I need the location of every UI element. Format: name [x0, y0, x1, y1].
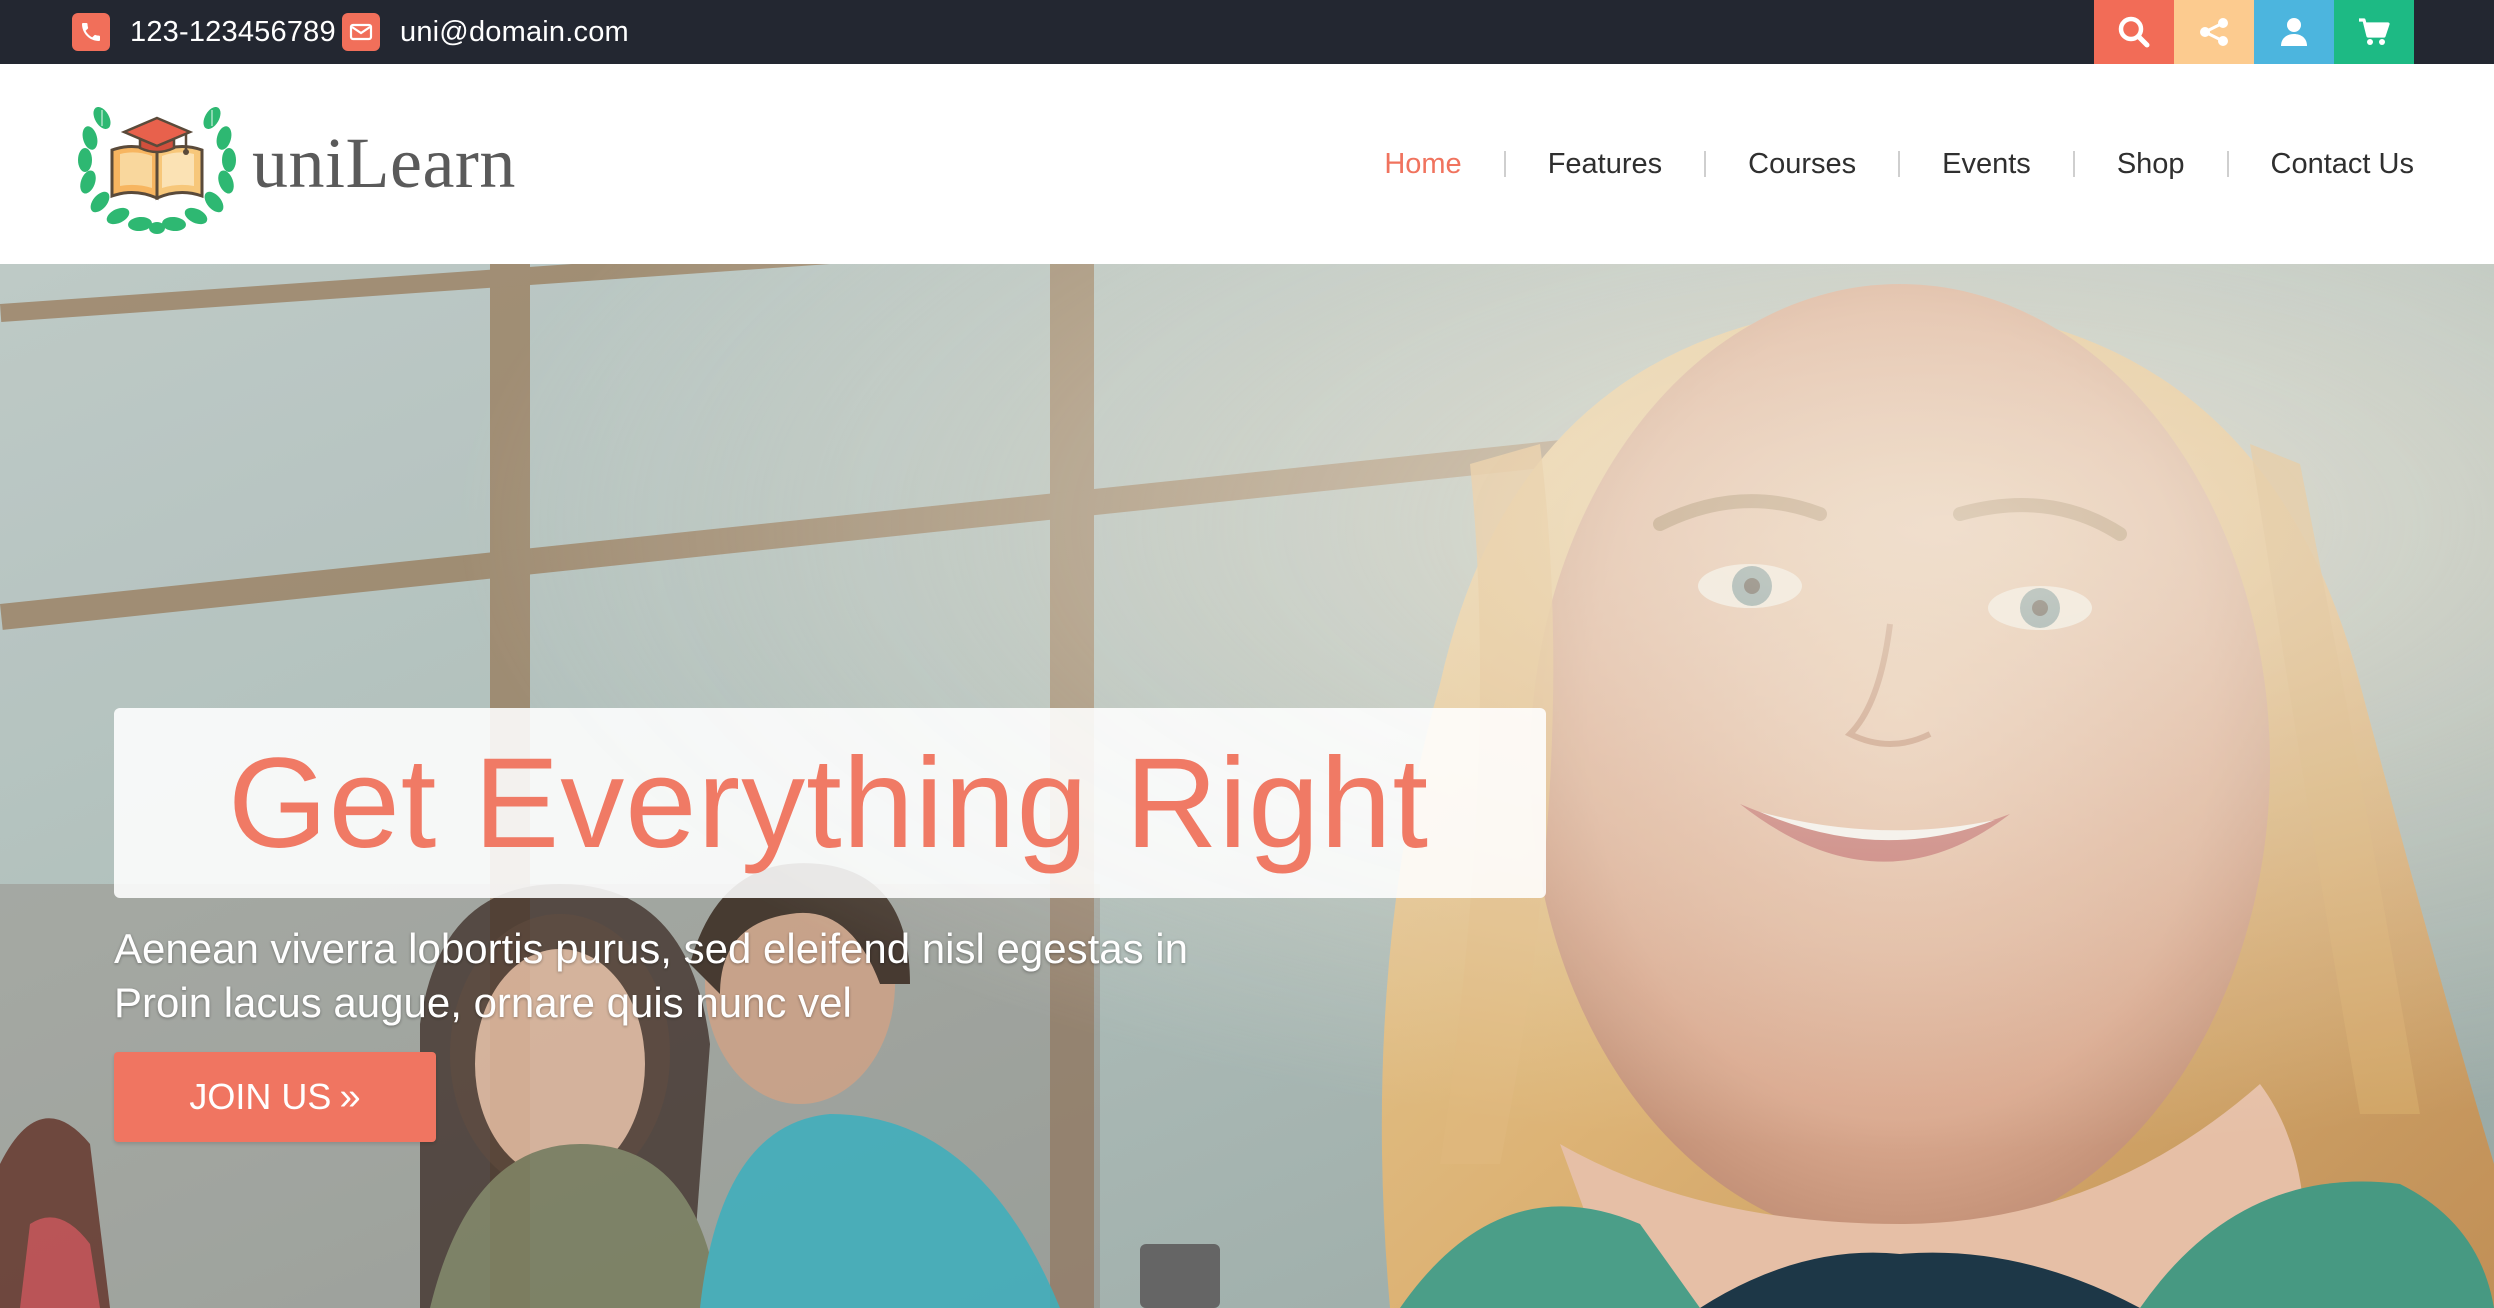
phone-number: 123-123456789 — [130, 15, 336, 48]
nav-item-courses[interactable]: Courses — [1748, 148, 1856, 181]
join-us-button[interactable]: JOIN US » — [114, 1052, 436, 1142]
share-icon — [2200, 18, 2228, 46]
hero-section: Get Everything Right Aenean viverra lobo… — [0, 264, 2494, 1308]
nav-divider — [1704, 151, 1707, 177]
nav-divider — [1898, 151, 1901, 177]
top-bar: 123-123456789 uni@domain.com — [0, 0, 2494, 64]
share-button[interactable] — [2174, 0, 2254, 64]
logo-wordmark: uniLearn — [252, 122, 516, 203]
hero-subtext-line-2: Proin lacus augue, ornare quis nunc vel — [114, 979, 852, 1026]
phone-contact[interactable]: 123-123456789 — [72, 0, 336, 64]
phone-icon — [72, 13, 110, 51]
headline-box: Get Everything Right — [114, 708, 1546, 898]
nav-item-contact-us[interactable]: Contact Us — [2271, 148, 2414, 181]
hero-subtext-line-1: Aenean viverra lobortis purus, sed eleif… — [114, 925, 1188, 972]
account-button[interactable] — [2254, 0, 2334, 64]
graduation-book-wreath-logo — [78, 107, 236, 234]
site-header: uniLearn Home Features Courses Events Sh… — [0, 64, 2494, 264]
nav-divider — [1503, 151, 1506, 177]
user-icon — [2281, 18, 2307, 46]
double-chevron-right-icon: » — [339, 1075, 361, 1118]
hero-subtext: Aenean viverra lobortis purus, sed eleif… — [114, 922, 1414, 1030]
envelope-icon — [342, 13, 380, 51]
nav-item-events[interactable]: Events — [1942, 148, 2031, 181]
nav-item-features[interactable]: Features — [1548, 148, 1662, 181]
hero-headline: Get Everything Right — [228, 731, 1429, 875]
email-contact[interactable]: uni@domain.com — [342, 0, 629, 64]
quick-buttons — [2094, 0, 2414, 64]
site-logo[interactable]: uniLearn — [72, 88, 516, 238]
cart-button[interactable] — [2334, 0, 2414, 64]
nav-item-shop[interactable]: Shop — [2117, 148, 2185, 181]
email-address: uni@domain.com — [400, 15, 629, 48]
search-button[interactable] — [2094, 0, 2174, 64]
cart-icon — [2359, 18, 2390, 45]
main-nav: Home Features Courses Events Shop Contac… — [1384, 64, 2414, 264]
join-us-label: JOIN US — [189, 1076, 332, 1117]
search-icon — [2118, 16, 2150, 48]
nav-item-home[interactable]: Home — [1384, 148, 1461, 181]
nav-divider — [2072, 151, 2075, 177]
nav-divider — [2226, 151, 2229, 177]
